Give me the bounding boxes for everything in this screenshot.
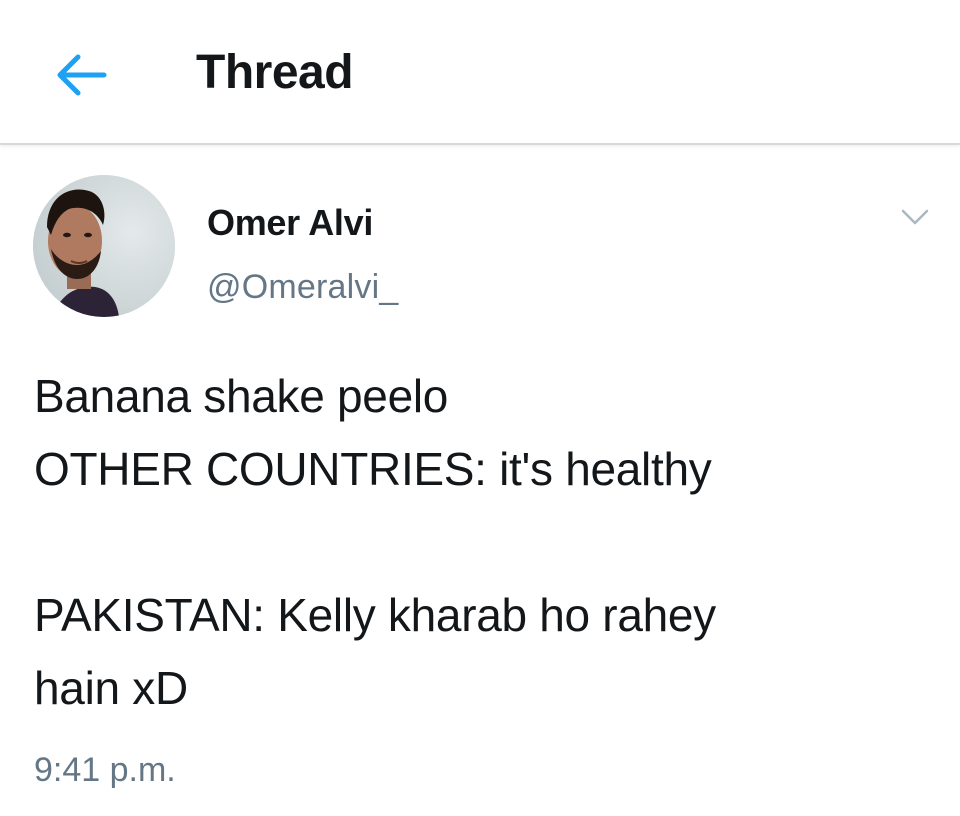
tweet-text-line: hain xD [34,662,188,714]
thread-screen: Thread Omer Alvi @Omeralvi_ Banana shake… [0,0,960,816]
tweet-text-line: OTHER COUNTRIES: it's healthy [34,443,712,495]
chevron-down-icon [901,209,929,225]
page-title: Thread [196,46,354,99]
arrow-left-icon [57,54,107,96]
top-app-bar: Thread [0,0,960,145]
avatar[interactable] [33,175,175,317]
author-handle[interactable]: @Omeralvi_ [207,265,398,309]
tweet-timestamp[interactable]: 9:41 p.m. [34,748,176,792]
tweet-text-line [34,506,934,579]
profile-photo [33,175,175,317]
back-button[interactable] [40,40,120,110]
tweet[interactable]: Omer Alvi @Omeralvi_ Banana shake peelo … [0,145,960,816]
tweet-menu-button[interactable] [890,197,940,237]
author-name[interactable]: Omer Alvi [207,201,373,245]
tweet-text-line: PAKISTAN: Kelly kharab ho rahey [34,589,716,641]
tweet-text: Banana shake peelo OTHER COUNTRIES: it's… [34,360,934,725]
tweet-text-line: Banana shake peelo [34,370,449,422]
